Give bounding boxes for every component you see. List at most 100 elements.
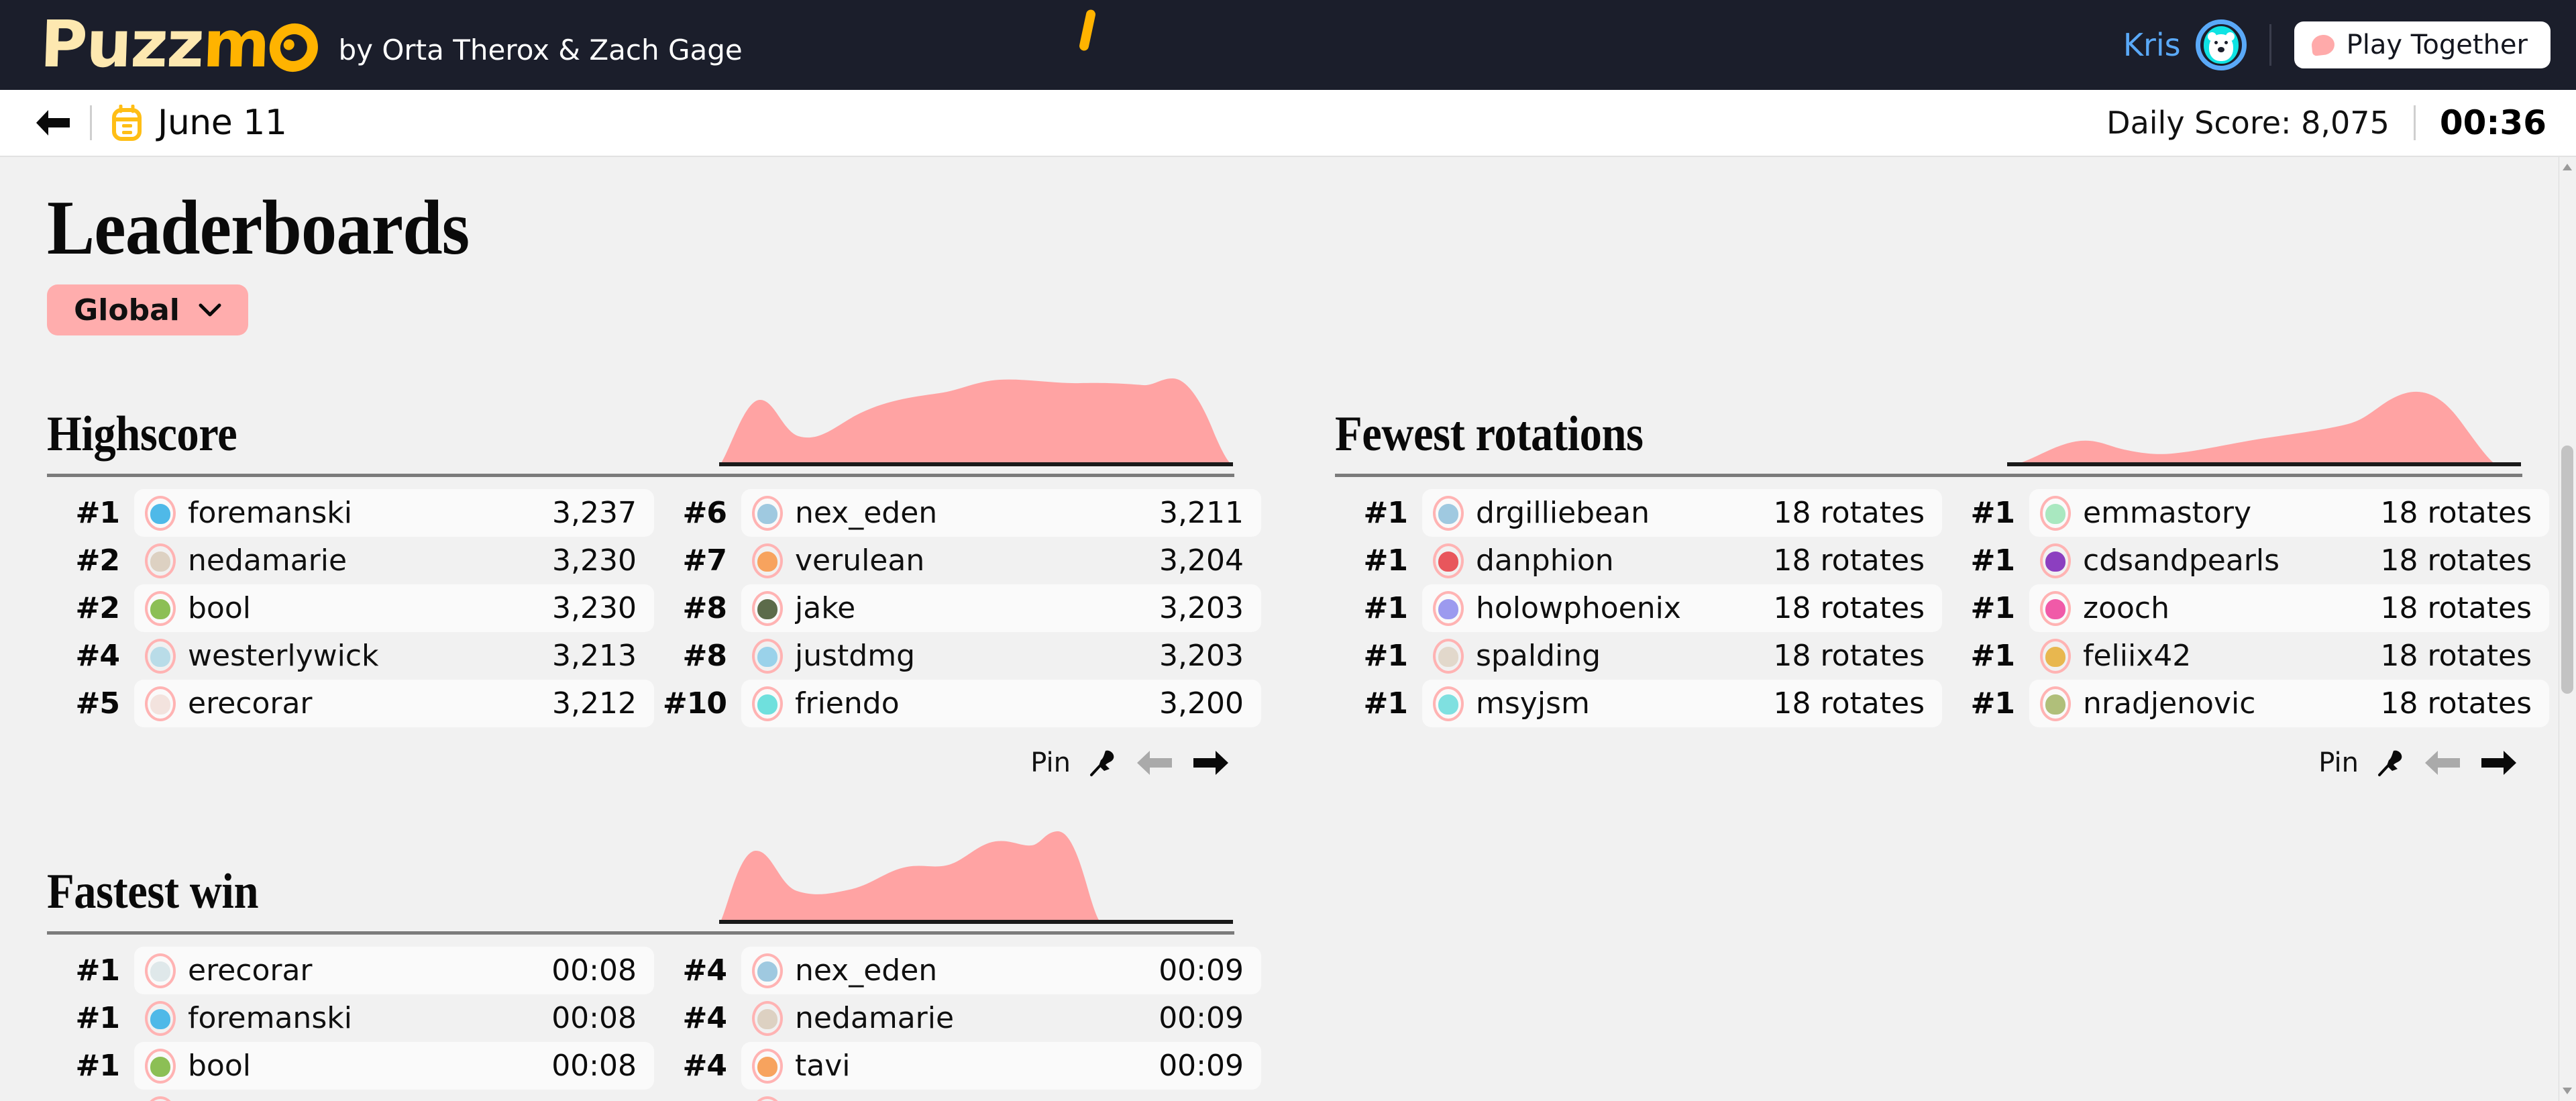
- current-date-label[interactable]: June 11: [158, 103, 287, 143]
- row-body[interactable]: nradjenovic 18 rotates: [2029, 680, 2549, 727]
- leaderboard-row[interactable]: #8 justdmg 3,203: [654, 632, 1261, 680]
- row-body[interactable]: friendo 3,200: [741, 680, 1261, 727]
- play-together-button[interactable]: Play Together: [2294, 21, 2551, 68]
- leaderboard-row[interactable]: #4 kush 00:09: [47, 1090, 654, 1101]
- leaderboard-row[interactable]: #4 tavi 00:09: [654, 1042, 1261, 1090]
- leaderboard-row[interactable]: #4 crabb 00:09: [654, 1090, 1261, 1101]
- player-avatar-icon: [145, 543, 176, 578]
- row-body[interactable]: emmastory 18 rotates: [2029, 489, 2549, 537]
- leaderboard-row[interactable]: #10 friendo 3,200: [654, 680, 1261, 727]
- next-page-arrow-icon[interactable]: [2479, 749, 2518, 777]
- rank-label: #1: [1363, 639, 1408, 673]
- pin-icon[interactable]: [1088, 748, 1118, 778]
- player-score-label: 18 rotates: [2380, 496, 2532, 530]
- previous-page-arrow-icon[interactable]: [1135, 749, 1174, 777]
- leaderboard-scope-dropdown[interactable]: Global: [47, 284, 248, 335]
- rank-label: #1: [1970, 543, 2015, 578]
- leaderboard-row[interactable]: #1 holowphoenix 18 rotates: [1335, 584, 1942, 632]
- leaderboard-row[interactable]: #1 erecorar 00:08: [47, 947, 654, 994]
- row-body[interactable]: cdsandpearls 18 rotates: [2029, 537, 2549, 584]
- player-score-label: 18 rotates: [2380, 591, 2532, 625]
- row-body[interactable]: nex_eden 00:09: [741, 947, 1261, 994]
- leaderboard-row[interactable]: #4 nedamarie 00:09: [654, 994, 1261, 1042]
- leaderboard-row[interactable]: #4 nex_eden 00:09: [654, 947, 1261, 994]
- rank-label: #4: [682, 1049, 727, 1083]
- player-name-label: msyjsm: [1476, 686, 1590, 721]
- back-arrow-icon[interactable]: [35, 107, 71, 138]
- player-avatar-icon: [752, 686, 783, 721]
- next-page-arrow-icon[interactable]: [1191, 749, 1230, 777]
- leaderboard-row[interactable]: #1 spalding 18 rotates: [1335, 632, 1942, 680]
- vertical-scrollbar[interactable]: [2559, 157, 2576, 1101]
- player-name-label: jake: [795, 591, 856, 625]
- leaderboard-row[interactable]: #1 msyjsm 18 rotates: [1335, 680, 1942, 727]
- row-body[interactable]: nex_eden 3,211: [741, 489, 1261, 537]
- row-body[interactable]: feliix42 18 rotates: [2029, 632, 2549, 680]
- row-body[interactable]: bool 00:08: [134, 1042, 654, 1090]
- row-body[interactable]: nedamarie 00:09: [741, 994, 1261, 1042]
- row-body[interactable]: danphion 18 rotates: [1422, 537, 1942, 584]
- leaderboard-row[interactable]: #1 bool 00:08: [47, 1042, 654, 1090]
- leaderboard-row[interactable]: #1 danphion 18 rotates: [1335, 537, 1942, 584]
- leaderboard-row[interactable]: #1 foremanski 3,237: [47, 489, 654, 537]
- leaderboard-row[interactable]: #5 erecorar 3,212: [47, 680, 654, 727]
- row-body[interactable]: foremanski 00:08: [134, 994, 654, 1042]
- leaderboard-row[interactable]: #4 westerlywick 3,213: [47, 632, 654, 680]
- row-body[interactable]: verulean 3,204: [741, 537, 1261, 584]
- player-score-label: 3,230: [552, 591, 637, 625]
- scope-dropdown-label: Global: [74, 293, 180, 327]
- row-body[interactable]: justdmg 3,203: [741, 632, 1261, 680]
- row-body[interactable]: foremanski 3,237: [134, 489, 654, 537]
- leaderboard-row[interactable]: #2 bool 3,230: [47, 584, 654, 632]
- row-body[interactable]: erecorar 00:08: [134, 947, 654, 994]
- rank-label: #4: [654, 1096, 741, 1101]
- fastest-win-sparkline-chart: [719, 831, 1233, 924]
- player-avatar-icon: [145, 1048, 176, 1084]
- logo-o-glyph-icon: [265, 18, 323, 78]
- leaderboard-row[interactable]: #1 cdsandpearls 18 rotates: [1942, 537, 2549, 584]
- row-body[interactable]: jake 3,203: [741, 584, 1261, 632]
- row-body[interactable]: kush 00:09: [134, 1090, 654, 1101]
- leaderboard-row[interactable]: #1 nradjenovic 18 rotates: [1942, 680, 2549, 727]
- row-body[interactable]: holowphoenix 18 rotates: [1422, 584, 1942, 632]
- leaderboard-row[interactable]: #8 jake 3,203: [654, 584, 1261, 632]
- player-name-label: crabb: [795, 1096, 879, 1101]
- row-body[interactable]: msyjsm 18 rotates: [1422, 680, 1942, 727]
- user-name-label[interactable]: Kris: [2123, 27, 2181, 63]
- scroll-up-icon[interactable]: [2563, 164, 2572, 170]
- leaderboard-row[interactable]: #1 feliix42 18 rotates: [1942, 632, 2549, 680]
- scroll-down-icon[interactable]: [2563, 1088, 2572, 1094]
- player-score-label: 18 rotates: [2380, 543, 2532, 578]
- player-name-label: bool: [188, 1049, 251, 1083]
- row-body[interactable]: spalding 18 rotates: [1422, 632, 1942, 680]
- player-score-label: 3,203: [1159, 591, 1244, 625]
- leaderboard-row[interactable]: #1 drgilliebean 18 rotates: [1335, 489, 1942, 537]
- pin-label: Pin: [2318, 747, 2359, 778]
- row-body[interactable]: tavi 00:09: [741, 1042, 1261, 1090]
- pin-icon[interactable]: [2376, 748, 2406, 778]
- leaderboard-row[interactable]: #2 nedamarie 3,230: [47, 537, 654, 584]
- player-avatar-icon: [145, 1096, 176, 1101]
- avatar[interactable]: [2195, 19, 2247, 70]
- leaderboard-row[interactable]: #7 verulean 3,204: [654, 537, 1261, 584]
- row-body[interactable]: nedamarie 3,230: [134, 537, 654, 584]
- previous-page-arrow-icon[interactable]: [2423, 749, 2462, 777]
- row-body[interactable]: erecorar 3,212: [134, 680, 654, 727]
- player-name-label: feliix42: [2083, 639, 2192, 673]
- puzzmo-logo[interactable]: Puzz m: [39, 7, 323, 82]
- row-body[interactable]: zooch 18 rotates: [2029, 584, 2549, 632]
- board-rows-right: #4 nex_eden 00:09 #4 nedamarie 00:09 #4 tavi 00:…: [654, 947, 1261, 1101]
- rank-label: #4: [682, 1001, 727, 1035]
- board-rows-left: #1 foremanski 3,237 #2 nedamarie 3,230 #2 bool 3…: [47, 489, 654, 727]
- row-body[interactable]: drgilliebean 18 rotates: [1422, 489, 1942, 537]
- player-score-label: 18 rotates: [1773, 686, 1925, 721]
- row-body[interactable]: westerlywick 3,213: [134, 632, 654, 680]
- row-body[interactable]: crabb 00:09: [741, 1090, 1261, 1101]
- row-body[interactable]: bool 3,230: [134, 584, 654, 632]
- leaderboard-row[interactable]: #6 nex_eden 3,211: [654, 489, 1261, 537]
- player-score-label: 00:09: [1159, 953, 1244, 988]
- leaderboard-row[interactable]: #1 zooch 18 rotates: [1942, 584, 2549, 632]
- leaderboard-row[interactable]: #1 emmastory 18 rotates: [1942, 489, 2549, 537]
- leaderboard-row[interactable]: #1 foremanski 00:08: [47, 994, 654, 1042]
- scrollbar-thumb[interactable]: [2561, 445, 2573, 694]
